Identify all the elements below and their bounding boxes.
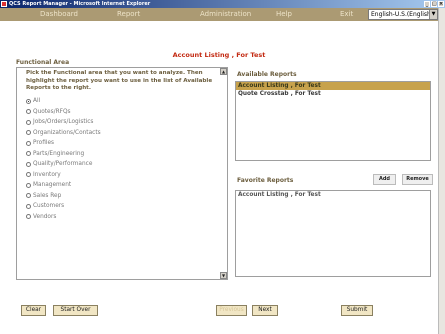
radio-icon[interactable] bbox=[26, 203, 31, 209]
favorite-reports-title: Favorite Reports bbox=[237, 177, 294, 184]
radio-option-parts[interactable]: Parts/Engineering bbox=[26, 149, 101, 160]
clear-button[interactable]: Clear bbox=[21, 305, 46, 316]
page-title: Account Listing , For Test bbox=[172, 51, 266, 59]
favorite-report-item[interactable]: Account Listing , For Test bbox=[236, 191, 430, 199]
app-icon bbox=[1, 1, 7, 7]
radio-option-management[interactable]: Management bbox=[26, 180, 101, 191]
window-titlebar: QCS Report Manager - Microsoft Internet … bbox=[0, 0, 445, 8]
radio-icon[interactable] bbox=[26, 119, 31, 125]
radio-icon[interactable] bbox=[26, 109, 31, 115]
radio-option-quotes[interactable]: Quotes/RFQs bbox=[26, 107, 101, 118]
available-reports-title: Available Reports bbox=[237, 71, 297, 78]
radio-icon[interactable] bbox=[26, 161, 31, 167]
nav-report[interactable]: Report bbox=[117, 8, 140, 21]
close-icon[interactable]: × bbox=[438, 1, 444, 7]
nav-dashboard[interactable]: Dashboard bbox=[40, 8, 78, 21]
radio-icon[interactable] bbox=[26, 182, 31, 188]
radio-option-vendors[interactable]: Vendors bbox=[26, 212, 101, 223]
window-edge-strip bbox=[438, 8, 445, 334]
radio-icon[interactable] bbox=[26, 140, 31, 146]
nav-exit[interactable]: Exit bbox=[340, 8, 353, 21]
radio-option-profiles[interactable]: Profiles bbox=[26, 138, 101, 149]
start-over-button[interactable]: Start Over bbox=[53, 305, 98, 316]
radio-option-all[interactable]: All bbox=[26, 96, 101, 107]
radio-checked-icon[interactable] bbox=[26, 98, 31, 104]
radio-icon[interactable] bbox=[26, 151, 31, 157]
language-select[interactable]: English-U.S.(English ▼ bbox=[368, 9, 438, 20]
radio-icon[interactable] bbox=[26, 172, 31, 178]
previous-button[interactable]: Previous bbox=[216, 305, 247, 316]
minimize-icon[interactable]: _ bbox=[424, 1, 430, 7]
instructions-text: Pick the Functional area that you want t… bbox=[26, 70, 213, 91]
radio-option-organizations[interactable]: Organizations/Contacts bbox=[26, 128, 101, 139]
add-button[interactable]: Add bbox=[373, 174, 396, 185]
scroll-down-icon[interactable]: ▼ bbox=[220, 272, 227, 279]
next-button[interactable]: Next bbox=[252, 305, 278, 316]
available-reports-list[interactable]: Account Listing , For Test Quote Crossta… bbox=[235, 81, 431, 161]
radio-option-quality[interactable]: Quality/Performance bbox=[26, 159, 101, 170]
functional-area-options: All Quotes/RFQs Jobs/Orders/Logistics Or… bbox=[26, 96, 101, 222]
favorite-reports-list[interactable]: Account Listing , For Test bbox=[235, 190, 431, 277]
radio-icon[interactable] bbox=[26, 214, 31, 220]
scroll-up-icon[interactable]: ▲ bbox=[220, 68, 227, 75]
remove-button[interactable]: Remove bbox=[402, 174, 433, 185]
submit-button[interactable]: Submit bbox=[341, 305, 373, 316]
radio-option-inventory[interactable]: Inventory bbox=[26, 170, 101, 181]
radio-icon[interactable] bbox=[26, 130, 31, 136]
radio-icon[interactable] bbox=[26, 193, 31, 199]
window-controls: _ □ × bbox=[424, 1, 444, 7]
dropdown-arrow-icon[interactable]: ▼ bbox=[429, 10, 437, 19]
functional-area-panel: ▲ ▼ Pick the Functional area that you wa… bbox=[16, 67, 228, 280]
radio-option-jobs[interactable]: Jobs/Orders/Logistics bbox=[26, 117, 101, 128]
maximize-icon[interactable]: □ bbox=[431, 1, 437, 7]
window-title: QCS Report Manager - Microsoft Internet … bbox=[9, 1, 151, 7]
radio-option-customers[interactable]: Customers bbox=[26, 201, 101, 212]
functional-area-title: Functional Area bbox=[16, 59, 70, 66]
nav-help[interactable]: Help bbox=[276, 8, 292, 21]
nav-administration[interactable]: Administration bbox=[200, 8, 251, 21]
report-item[interactable]: Quote Crosstab , For Test bbox=[236, 90, 430, 98]
report-item[interactable]: Account Listing , For Test bbox=[236, 82, 430, 90]
language-value: English-U.S.(English bbox=[371, 11, 431, 18]
radio-option-sales-rep[interactable]: Sales Rep bbox=[26, 191, 101, 202]
